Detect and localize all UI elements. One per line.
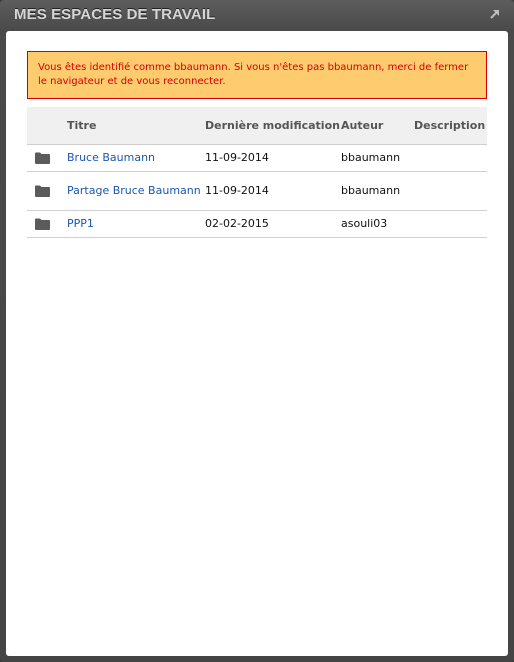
identity-alert: Vous êtes identifié comme bbaumann. Si v… [27, 51, 487, 99]
portlet-header: MES ESPACES DE TRAVAIL [0, 0, 514, 30]
workspace-link[interactable]: Partage Bruce Baumann [67, 184, 201, 197]
row-modified: 02-02-2015 [205, 210, 341, 238]
row-modified: 11-09-2014 [205, 144, 341, 172]
header-modified[interactable]: Dernière modification [205, 107, 341, 145]
folder-icon [35, 152, 50, 164]
row-icon-cell [27, 210, 67, 238]
row-description [414, 171, 487, 211]
row-author: bbaumann [341, 144, 414, 172]
row-description [414, 210, 487, 238]
workspaces-table: Titre Dernière modification Auteur Descr… [27, 107, 487, 238]
row-modified: 11-09-2014 [205, 171, 341, 211]
table-header-row: Titre Dernière modification Auteur Descr… [27, 107, 487, 145]
row-author: bbaumann [341, 171, 414, 211]
expand-arrow-icon[interactable] [488, 7, 502, 21]
row-title-cell: PPP1 [67, 210, 205, 238]
row-description [414, 144, 487, 172]
table-row: PPP1 02-02-2015 asouli03 [27, 210, 487, 238]
row-title-cell: Partage Bruce Baumann [67, 171, 205, 211]
portlet-body: Vous êtes identifié comme bbaumann. Si v… [6, 31, 508, 656]
header-title[interactable]: Titre [67, 107, 205, 145]
portlet-title: MES ESPACES DE TRAVAIL [14, 6, 216, 23]
row-icon-cell [27, 171, 67, 211]
row-title-cell: Bruce Baumann [67, 144, 205, 172]
header-author[interactable]: Auteur [341, 107, 414, 145]
folder-icon [35, 185, 50, 197]
workspaces-portlet: MES ESPACES DE TRAVAIL Vous êtes identif… [0, 0, 514, 662]
table-row: Partage Bruce Baumann 11-09-2014 bbauman… [27, 171, 487, 211]
header-icon-cell [27, 107, 67, 145]
workspace-link[interactable]: Bruce Baumann [67, 151, 155, 164]
row-icon-cell [27, 144, 67, 172]
folder-icon [35, 218, 50, 230]
table-row: Bruce Baumann 11-09-2014 bbaumann [27, 144, 487, 172]
row-author: asouli03 [341, 210, 414, 238]
header-description[interactable]: Description [414, 107, 487, 145]
workspace-link[interactable]: PPP1 [67, 217, 94, 230]
